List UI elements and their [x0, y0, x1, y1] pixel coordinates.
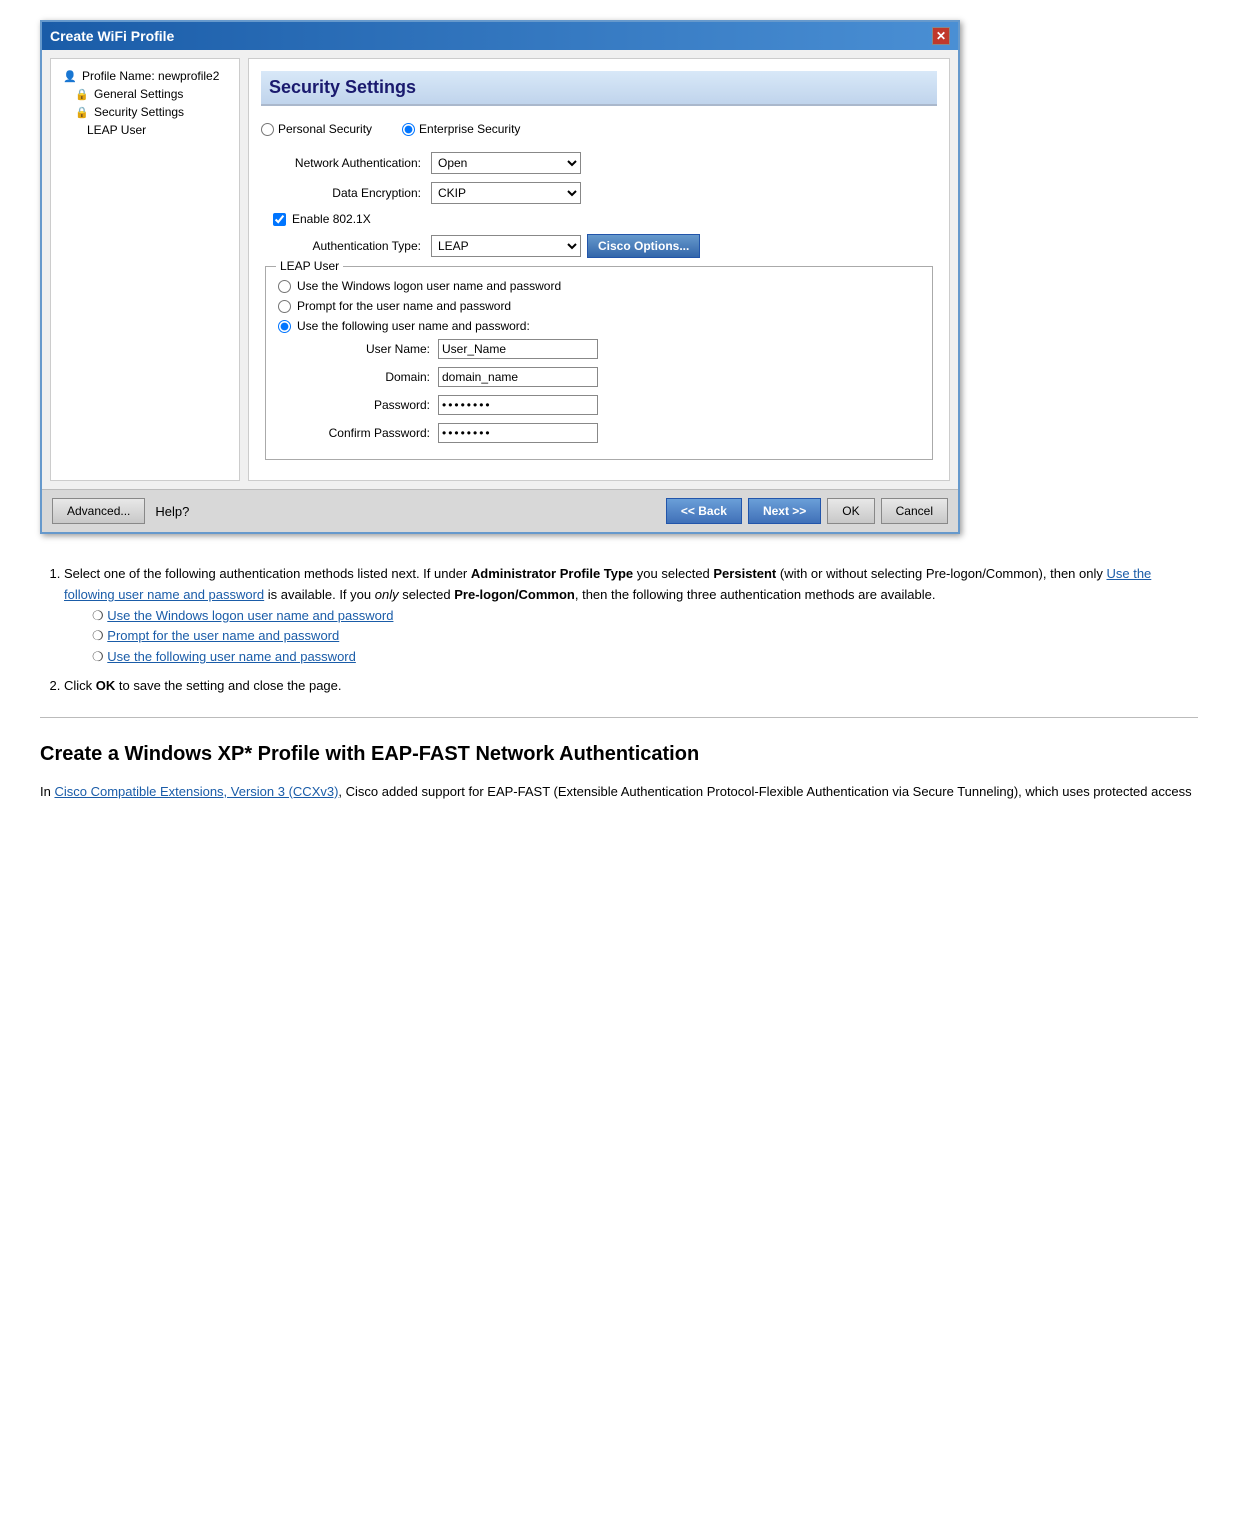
- auth-type-label: Authentication Type:: [261, 239, 431, 253]
- bold-admin-profile: Administrator Profile Type: [471, 566, 633, 581]
- lock-icon-security: [75, 105, 89, 119]
- network-auth-label: Network Authentication:: [261, 156, 431, 170]
- dialog-titlebar: Create WiFi Profile ✕: [42, 22, 958, 50]
- sub-auth-item-3: Use the following user name and password: [92, 647, 1198, 668]
- profile-name-label: Profile Name: newprofile2: [82, 69, 219, 83]
- leap-user-label: LEAP User: [87, 123, 146, 137]
- radio-windows-logon[interactable]: [278, 280, 291, 293]
- enterprise-security-radio[interactable]: [402, 123, 415, 136]
- confirm-password-input[interactable]: [438, 423, 598, 443]
- cancel-button[interactable]: Cancel: [881, 498, 948, 524]
- personal-security-radio[interactable]: [261, 123, 274, 136]
- personal-security-label: Personal Security: [278, 122, 372, 136]
- instructions-list: Select one of the following authenticati…: [64, 564, 1198, 697]
- section-title: Security Settings: [261, 71, 937, 106]
- link-windows-logon[interactable]: Use the Windows logon user name and pass…: [107, 608, 393, 623]
- enterprise-security-label: Enterprise Security: [419, 122, 520, 136]
- domain-row: Domain:: [278, 367, 920, 387]
- personal-security-option[interactable]: Personal Security: [261, 122, 372, 136]
- left-panel-general-settings[interactable]: General Settings: [59, 85, 231, 103]
- data-encryption-row: Data Encryption: CKIP None WEP TKIP AES: [261, 182, 937, 204]
- link-use-following-sub[interactable]: Use the following user name and password: [107, 649, 356, 664]
- link-prompt[interactable]: Prompt for the user name and password: [107, 628, 339, 643]
- leap-user-groupbox-legend: LEAP User: [276, 259, 343, 273]
- data-encryption-select[interactable]: CKIP None WEP TKIP AES: [431, 182, 581, 204]
- domain-label: Domain:: [298, 370, 438, 384]
- radio-prompt-label: Prompt for the user name and password: [297, 299, 511, 313]
- profile-icon: [63, 69, 77, 83]
- confirm-password-row: Confirm Password:: [278, 423, 920, 443]
- left-panel-security-settings[interactable]: Security Settings: [59, 103, 231, 121]
- right-panel: Security Settings Personal Security Ente…: [248, 58, 950, 481]
- groupbox-content: Use the Windows logon user name and pass…: [278, 279, 920, 443]
- password-label: Password:: [298, 398, 438, 412]
- cisco-options-button[interactable]: Cisco Options...: [587, 234, 700, 258]
- bold-persistent: Persistent: [713, 566, 776, 581]
- enable-8021x-row: Enable 802.1X: [261, 212, 937, 226]
- help-label: Help?: [155, 504, 189, 519]
- next-button[interactable]: Next >>: [748, 498, 821, 524]
- confirm-password-label: Confirm Password:: [298, 426, 438, 440]
- network-auth-select[interactable]: Open Shared WPA WPA-PSK: [431, 152, 581, 174]
- left-panel-leap-user[interactable]: LEAP User: [59, 121, 231, 139]
- big-heading: Create a Windows XP* Profile with EAP-FA…: [40, 738, 1198, 770]
- general-settings-label: General Settings: [94, 87, 183, 101]
- sub-auth-item-2: Prompt for the user name and password: [92, 626, 1198, 647]
- bold-prelogon: Pre-logon/Common: [454, 587, 575, 602]
- password-input[interactable]: [438, 395, 598, 415]
- left-panel-profile-name[interactable]: Profile Name: newprofile2: [59, 67, 231, 85]
- sub-auth-item-1: Use the Windows logon user name and pass…: [92, 606, 1198, 627]
- radio-use-following[interactable]: [278, 320, 291, 333]
- instruction-item-1: Select one of the following authenticati…: [64, 564, 1198, 668]
- instruction-text-2: Click OK to save the setting and close t…: [64, 678, 342, 693]
- instruction-item-2: Click OK to save the setting and close t…: [64, 676, 1198, 697]
- security-settings-label: Security Settings: [94, 105, 184, 119]
- left-panel: Profile Name: newprofile2 General Settin…: [50, 58, 240, 481]
- dialog-close-button[interactable]: ✕: [932, 27, 950, 45]
- network-auth-control: Open Shared WPA WPA-PSK: [431, 152, 581, 174]
- footer-left: Advanced... Help?: [52, 498, 189, 524]
- enterprise-security-option[interactable]: Enterprise Security: [402, 122, 520, 136]
- radio-windows-logon-row[interactable]: Use the Windows logon user name and pass…: [278, 279, 920, 293]
- leap-user-groupbox: LEAP User Use the Windows logon user nam…: [265, 266, 933, 460]
- sub-auth-list: Use the Windows logon user name and pass…: [92, 606, 1198, 668]
- create-wifi-dialog: Create WiFi Profile ✕ Profile Name: newp…: [40, 20, 960, 534]
- security-type-row: Personal Security Enterprise Security: [261, 118, 937, 140]
- data-encryption-control: CKIP None WEP TKIP AES: [431, 182, 581, 204]
- user-name-label: User Name:: [298, 342, 438, 356]
- lock-icon-general: [75, 87, 89, 101]
- auth-type-control: LEAP EAP-FAST PEAP EAP-TLS EAP-TTLS Cisc…: [431, 234, 700, 258]
- back-button[interactable]: << Back: [666, 498, 742, 524]
- instruction-text-1: Select one of the following authenticati…: [64, 566, 1151, 602]
- ok-button[interactable]: OK: [827, 498, 874, 524]
- data-encryption-label: Data Encryption:: [261, 186, 431, 200]
- password-row: Password:: [278, 395, 920, 415]
- enable-8021x-checkbox[interactable]: [273, 213, 286, 226]
- radio-prompt-row[interactable]: Prompt for the user name and password: [278, 299, 920, 313]
- radio-windows-logon-label: Use the Windows logon user name and pass…: [297, 279, 561, 293]
- italic-only: only: [375, 587, 399, 602]
- radio-prompt[interactable]: [278, 300, 291, 313]
- auth-type-select[interactable]: LEAP EAP-FAST PEAP EAP-TLS EAP-TTLS: [431, 235, 581, 257]
- enable-8021x-label: Enable 802.1X: [292, 212, 371, 226]
- dialog-wrapper: Create WiFi Profile ✕ Profile Name: newp…: [0, 0, 1238, 554]
- para-rest: , Cisco added support for EAP-FAST (Exte…: [338, 784, 1191, 799]
- footer-right: << Back Next >> OK Cancel: [666, 498, 948, 524]
- page-content: Select one of the following authenticati…: [0, 554, 1238, 833]
- bold-ok: OK: [96, 678, 116, 693]
- link-ccxv3[interactable]: Cisco Compatible Extensions, Version 3 (…: [54, 784, 338, 799]
- radio-use-following-row[interactable]: Use the following user name and password…: [278, 319, 920, 333]
- radio-use-following-label: Use the following user name and password…: [297, 319, 530, 333]
- domain-input[interactable]: [438, 367, 598, 387]
- eap-fast-paragraph: In Cisco Compatible Extensions, Version …: [40, 782, 1198, 803]
- user-name-input[interactable]: [438, 339, 598, 359]
- advanced-button[interactable]: Advanced...: [52, 498, 145, 524]
- user-name-row: User Name:: [278, 339, 920, 359]
- section-divider: [40, 717, 1198, 718]
- dialog-footer: Advanced... Help? << Back Next >> OK Can…: [42, 489, 958, 532]
- network-auth-row: Network Authentication: Open Shared WPA …: [261, 152, 937, 174]
- auth-type-row: Authentication Type: LEAP EAP-FAST PEAP …: [261, 234, 937, 258]
- dialog-body: Profile Name: newprofile2 General Settin…: [42, 50, 958, 489]
- dialog-title: Create WiFi Profile: [50, 28, 174, 44]
